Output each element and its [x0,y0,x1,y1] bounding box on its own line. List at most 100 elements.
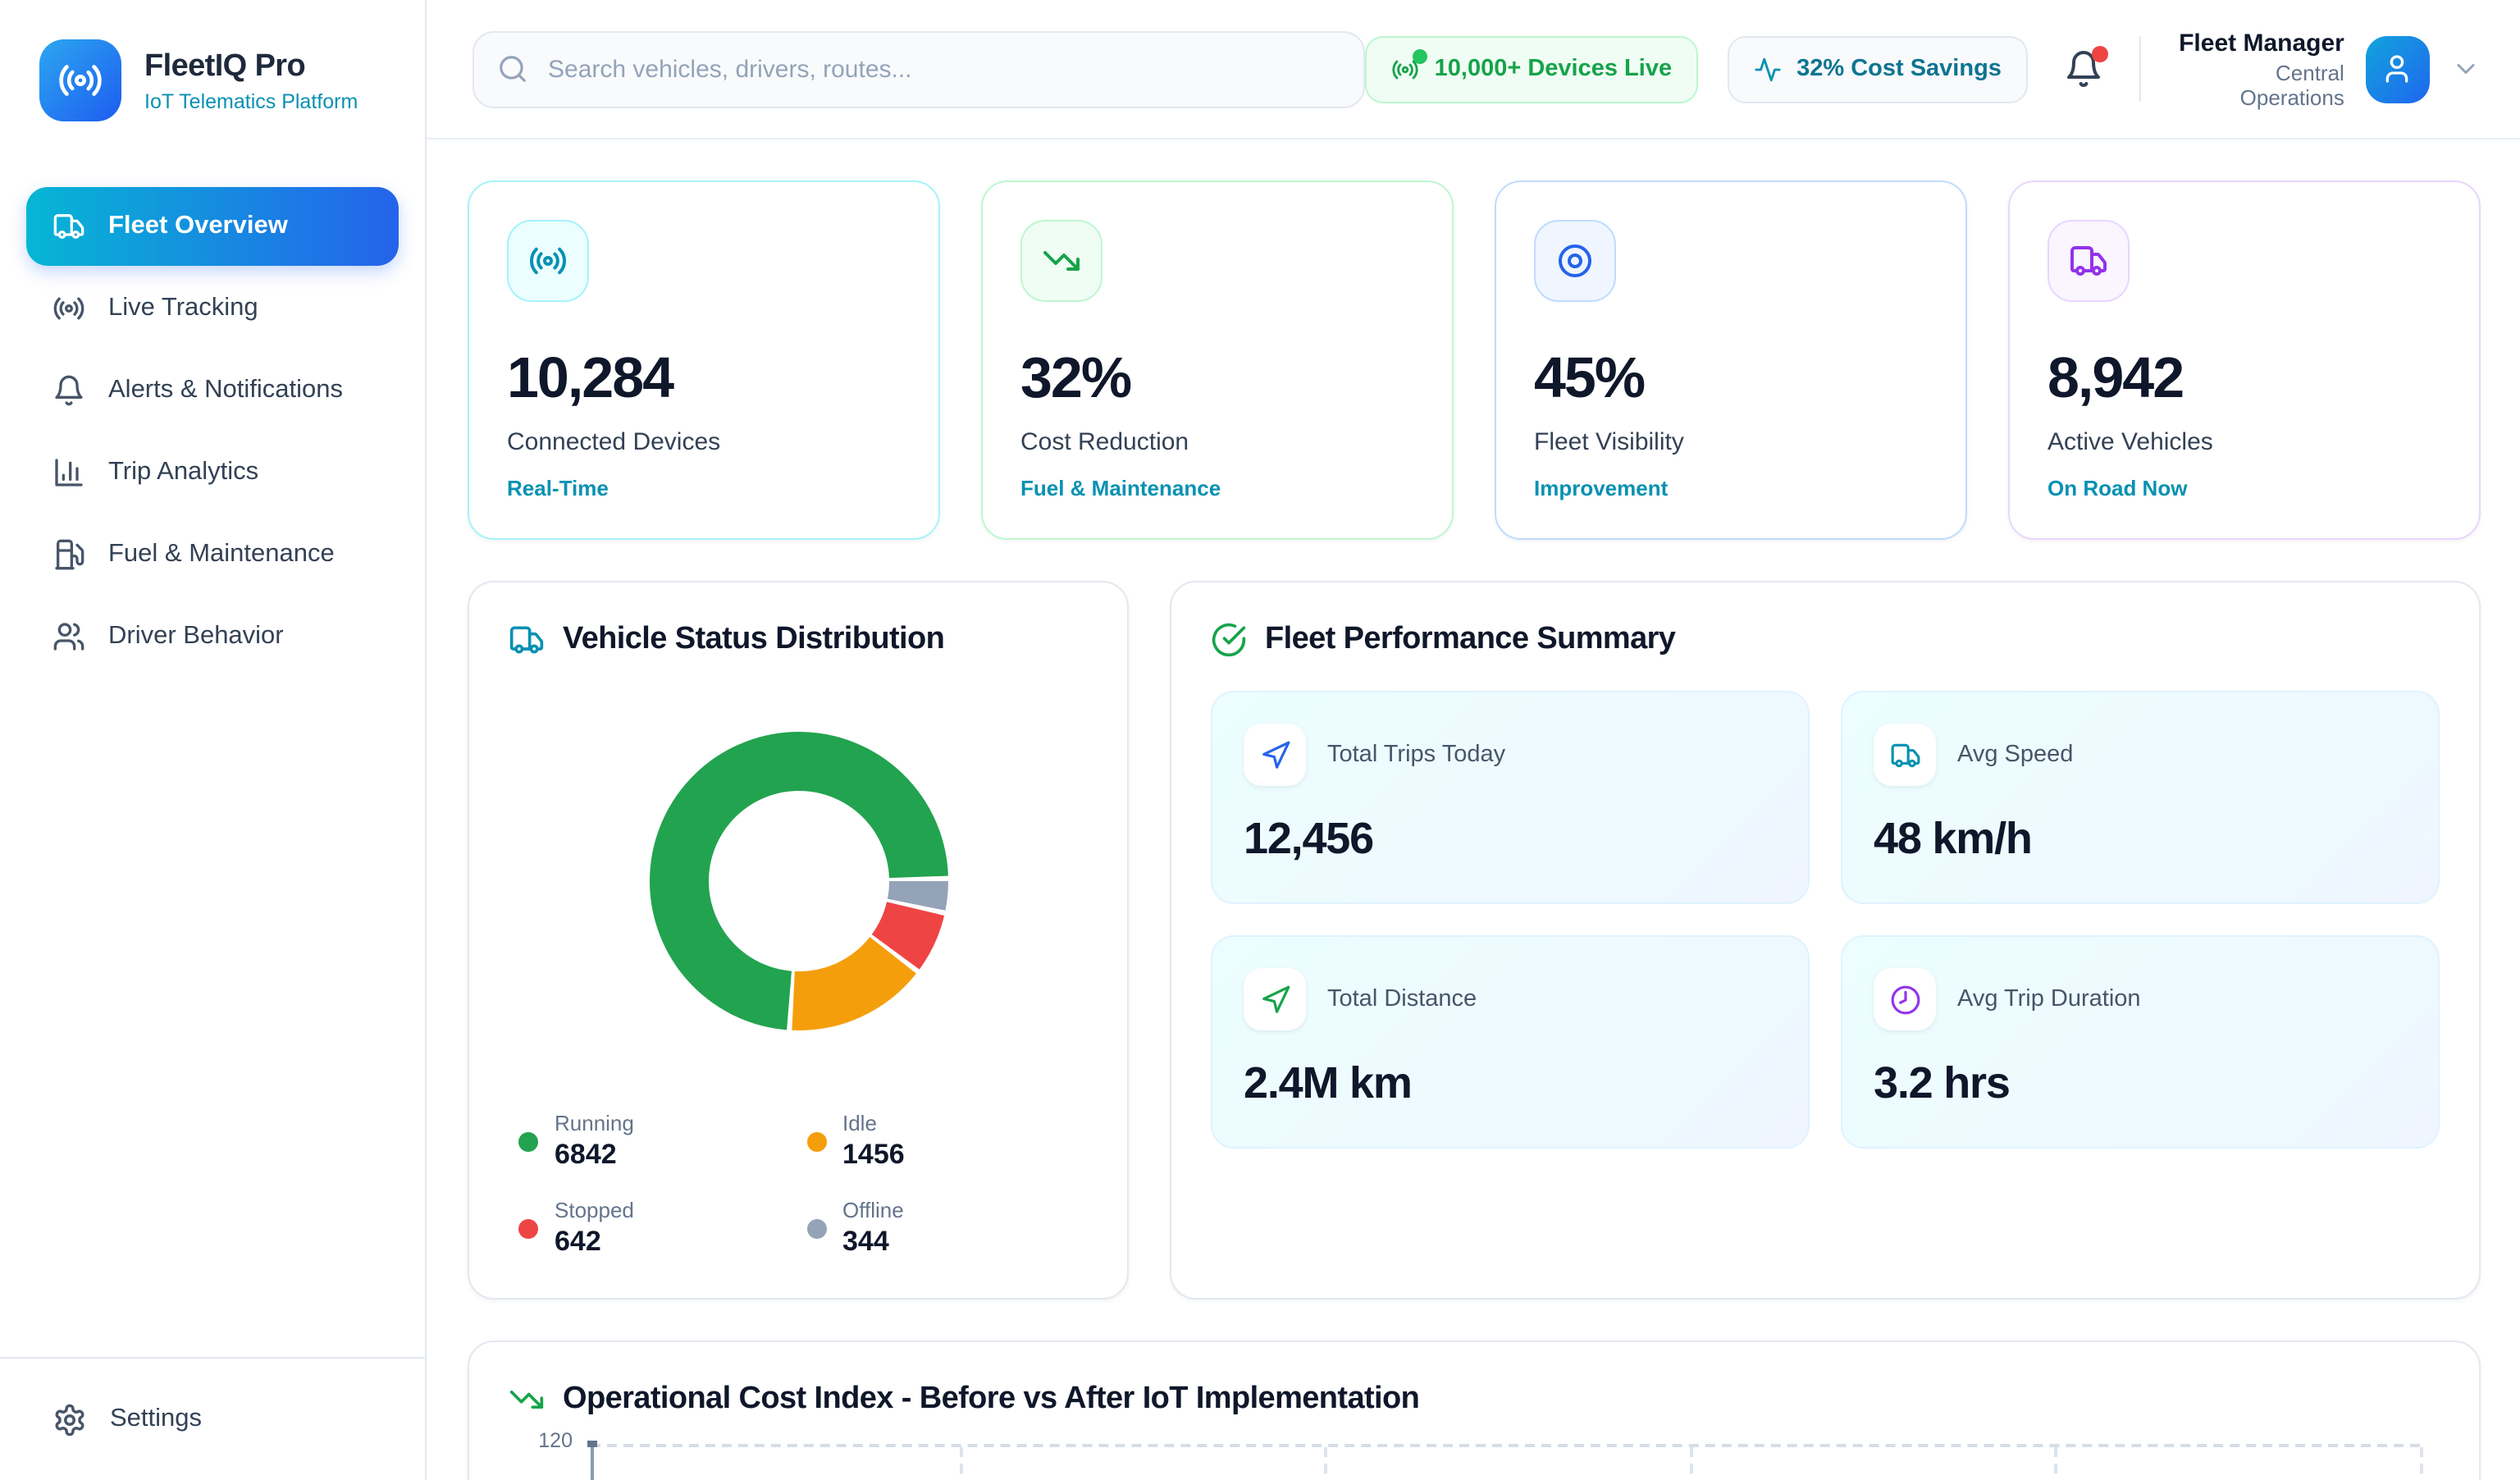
sidebar-item-fuel-maintenance[interactable]: Fuel & Maintenance [26,515,399,594]
tile-total-trips-today: Total Trips Today 12,456 [1211,691,1810,904]
tile-iconbox [1244,724,1306,786]
chevron-down-icon [2451,54,2481,84]
stat-iconbox [1020,220,1102,302]
sidebar-item-label: Alerts & Notifications [108,376,343,405]
legend-dot [518,1131,538,1151]
stat-value: 32% [1020,346,1414,412]
cost-index-panel: Operational Cost Index - Before vs After… [468,1341,2481,1480]
search-input[interactable] [472,30,1366,107]
bar-chart-icon [52,456,85,489]
fleet-performance-panel: Fleet Performance Summary Total Trips To… [1170,581,2481,1300]
performance-tiles: Total Trips Today 12,456 Avg Speed 48 km… [1211,691,2440,1149]
brand-name: FleetIQ Pro [144,48,358,85]
stat-iconbox [2048,220,2130,302]
check-circle-icon [1211,622,1247,658]
sidebar-item-trip-analytics[interactable]: Trip Analytics [26,433,399,512]
legend-dot [806,1218,826,1238]
sidebar-item-fleet-overview[interactable]: Fleet Overview [26,187,399,266]
vehicle-status-donut-chart [637,720,959,1042]
main-area: 10,000+ Devices Live 32% Cost Savings Fl… [427,0,2520,1480]
stat-label: Connected Devices [507,428,901,456]
user-org: Central Operations [2174,60,2344,109]
sidebar-nav: Fleet Overview Live Tracking Alerts & No… [0,187,425,676]
legend-value: 642 [555,1226,634,1258]
sidebar-item-label: Fuel & Maintenance [108,540,335,569]
sidebar-item-label: Fleet Overview [108,212,288,241]
radio-icon [57,57,103,103]
tile-label: Total Distance [1327,986,1477,1012]
sidebar-item-live-tracking[interactable]: Live Tracking [26,269,399,348]
eye-target-icon [1555,241,1595,281]
sidebar: FleetIQ Pro IoT Telematics Platform Flee… [0,0,427,1480]
sidebar-item-settings[interactable]: Settings [0,1357,425,1480]
brand-logo [39,39,121,121]
sidebar-item-label: Trip Analytics [108,458,258,487]
navigation-icon [1259,984,1290,1015]
tile-value: 2.4M km [1244,1058,1777,1109]
stat-card-active-vehicles: 8,942 Active Vehicles On Road Now [2008,180,2481,540]
legend-item-running: Running 6842 [518,1111,790,1172]
tile-iconbox [1874,724,1936,786]
user-menu[interactable]: Fleet Manager Central Operations [2174,29,2481,109]
gridline [1690,1447,1693,1480]
notifications-bell-icon[interactable] [2064,49,2103,89]
brand-tagline: IoT Telematics Platform [144,89,358,112]
stat-sublabel: Improvement [1534,476,1928,500]
axis-tick [587,1441,597,1447]
tile-label: Avg Speed [1957,742,2073,768]
vehicle-status-panel: Vehicle Status Distribution Running 6842 [468,581,1129,1300]
legend-label: Offline [842,1198,904,1222]
devices-live-badge: 10,000+ Devices Live [1366,35,1698,103]
y-axis-tick-120: 120 [520,1429,573,1452]
tile-value: 3.2 hrs [1874,1058,2407,1109]
panel-title: Vehicle Status Distribution [563,622,944,658]
stat-card-fleet-visibility: 45% Fleet Visibility Improvement [1495,180,1967,540]
devices-live-text: 10,000+ Devices Live [1435,56,1672,82]
legend-value: 344 [842,1226,904,1258]
stat-iconbox [1534,220,1616,302]
topbar: 10,000+ Devices Live 32% Cost Savings Fl… [427,0,2520,139]
gridline [959,1447,962,1480]
legend-value: 1456 [842,1139,905,1172]
stat-sublabel: Real-Time [507,476,901,500]
tile-iconbox [1874,968,1936,1030]
legend-dot [518,1218,538,1238]
legend-label: Idle [842,1111,905,1135]
user-icon [2381,53,2414,85]
legend-item-offline: Offline 344 [806,1198,1078,1258]
cost-savings-text: 32% Cost Savings [1796,56,2002,82]
stat-sublabel: Fuel & Maintenance [1020,476,1414,500]
sidebar-item-driver-behavior[interactable]: Driver Behavior [26,597,399,676]
gridline [2420,1447,2423,1480]
tile-avg-speed: Avg Speed 48 km/h [1841,691,2440,904]
stat-label: Active Vehicles [2048,428,2441,456]
stat-card-cost-reduction: 32% Cost Reduction Fuel & Maintenance [981,180,1454,540]
search-icon [497,53,528,85]
sidebar-item-label: Live Tracking [108,294,258,323]
gridline [2055,1447,2058,1480]
gear-icon [52,1402,87,1437]
trending-down-icon [509,1382,545,1418]
radio-icon [528,241,568,281]
users-icon [52,620,85,653]
bell-icon [52,374,85,407]
cost-index-chart: 120 [520,1444,2440,1480]
sidebar-item-alerts-notifications[interactable]: Alerts & Notifications [26,351,399,430]
dashboard-content: 10,284 Connected Devices Real-Time 32% C… [427,139,2520,1480]
tile-avg-trip-duration: Avg Trip Duration 3.2 hrs [1841,935,2440,1149]
tile-value: 12,456 [1244,814,1777,865]
brand: FleetIQ Pro IoT Telematics Platform [0,0,425,121]
truck-icon [52,210,85,243]
tile-label: Total Trips Today [1327,742,1505,768]
stat-label: Fleet Visibility [1534,428,1928,456]
tile-value: 48 km/h [1874,814,2407,865]
stat-cards-row: 10,284 Connected Devices Real-Time 32% C… [468,180,2481,540]
truck-icon [2069,241,2108,281]
stat-value: 45% [1534,346,1928,412]
sidebar-item-label: Driver Behavior [108,622,284,651]
divider [2139,36,2141,102]
legend-value: 6842 [555,1139,634,1172]
settings-label: Settings [110,1405,202,1434]
legend-item-stopped: Stopped 642 [518,1198,790,1258]
tile-label: Avg Trip Duration [1957,986,2141,1012]
